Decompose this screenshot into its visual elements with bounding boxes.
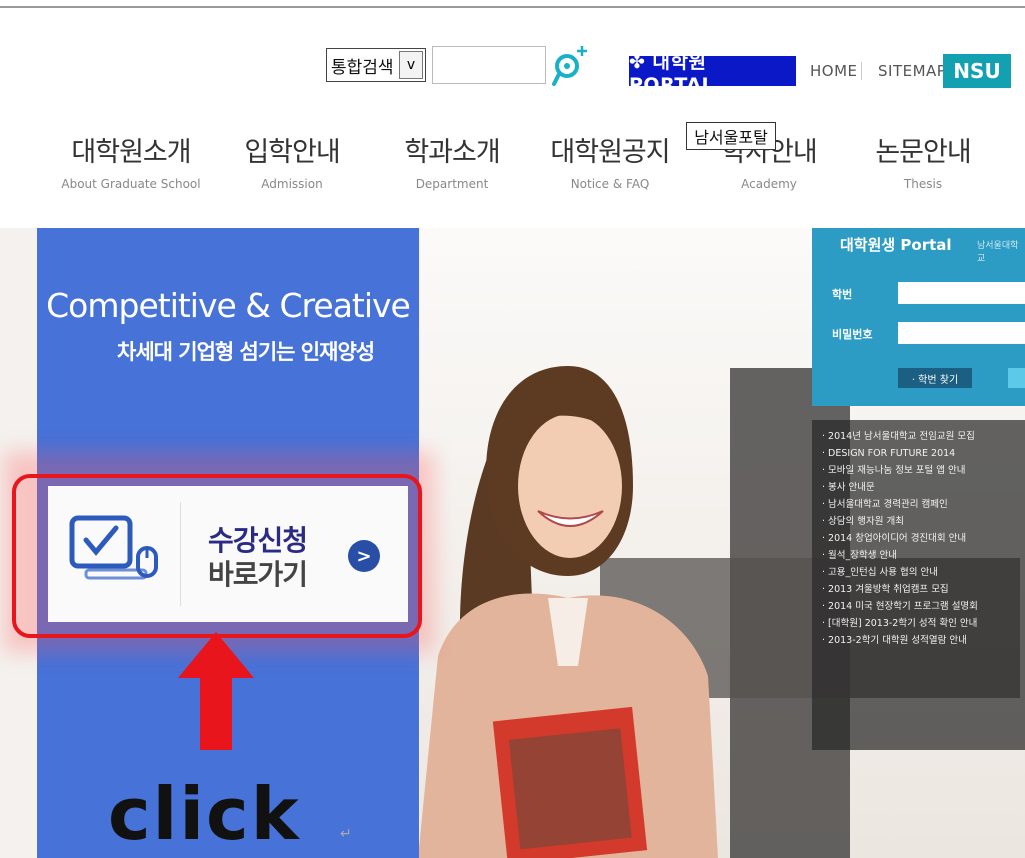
search-icon[interactable] [551,40,589,92]
menu-label: 대학원공지 [550,137,670,168]
search-scope-value: 통합검색 [331,57,394,78]
menu-department[interactable]: 학과소개 Department [367,130,537,191]
home-link[interactable]: HOME [810,62,858,80]
student-id-label: 학번 [832,288,853,301]
click-annotation: click [108,772,301,856]
news-item[interactable]: · DESIGN FOR FUTURE 2014 [812,445,1025,462]
news-item[interactable]: · 2014 창업아이디어 경진대회 안내 [812,530,1025,547]
hero-banner: Competitive & Creative 차세대 기업형 섬기는 인재양성 … [0,228,1025,858]
find-student-id-button[interactable]: · 학번 찾기 [898,368,972,388]
menu-label: 입학안내 [244,137,340,168]
news-list: · 2014년 남서울대학교 전임교원 모집 · DESIGN FOR FUTU… [812,428,1025,649]
menu-label: 논문안내 [875,137,971,168]
password-field[interactable] [898,322,1025,344]
login-button[interactable] [1008,368,1025,388]
news-item[interactable]: · 2014년 남서울대학교 전임교원 모집 [812,428,1025,445]
news-panel: · 2014년 남서울대학교 전임교원 모집 · DESIGN FOR FUTU… [812,420,1025,750]
portal-tooltip: 남서울포탈 [686,122,776,150]
menu-about[interactable]: 대학원소개 About Graduate School [46,130,216,191]
graduate-portal-button[interactable]: ✤ 대학원 PORTAL [629,51,796,96]
highlight-frame [12,474,422,638]
sitemap-link[interactable]: SITEMAP [878,62,946,80]
menu-label: 대학원소개 [71,137,191,168]
search-input[interactable] [432,46,546,84]
student-photo [418,366,718,858]
news-item[interactable]: · 2014 미국 현장학기 프로그램 설명회 [812,598,1025,615]
search-scope-select[interactable]: 통합검색 v [326,48,426,82]
news-item[interactable]: · 2013 겨울방학 취업캠프 모집 [812,581,1025,598]
menu-sublabel: Admission [261,177,323,191]
slogan-english: Competitive & Creative [46,286,411,325]
chevron-down-icon[interactable]: v [399,51,423,79]
news-item[interactable]: · 2013-2학기 대학원 성적열람 안내 [812,632,1025,649]
return-mark: ↵ [340,826,352,842]
arrow-up-icon [178,632,254,750]
news-item[interactable]: · 모바일 재능나눔 정보 포털 앱 안내 [812,462,1025,479]
menu-sublabel: Thesis [903,177,943,191]
slogan-korean: 차세대 기업형 섬기는 인재양성 [117,340,375,364]
top-divider [0,6,1025,8]
news-item[interactable]: · 상담의 행자원 개최 [812,513,1025,530]
menu-sublabel: Notice & FAQ [570,177,650,191]
menu-sublabel: About Graduate School [61,177,201,191]
menu-sublabel: Academy [741,177,797,191]
news-item[interactable]: · 고용_인턴십 사용 협의 안내 [812,564,1025,581]
portal-login-panel: 대학원생 Portal 남서울대학교 학번 비밀번호 · 학번 찾기 [812,228,1025,406]
student-id-field[interactable] [898,282,1025,304]
news-item[interactable]: · [대학원] 2013-2학기 성적 확인 안내 [812,615,1025,632]
nsu-home-button[interactable]: NSU [943,54,1011,88]
news-item[interactable]: · 남서울대학교 경력관리 캠페인 [812,496,1025,513]
menu-notice[interactable]: 대학원공지 Notice & FAQ [525,130,695,191]
menu-admission[interactable]: 입학안내 Admission [207,130,377,191]
utility-separator [861,62,862,80]
portal-subtitle: 남서울대학교 [977,241,1019,264]
menu-label: 학과소개 [404,137,500,168]
password-label: 비밀번호 [832,328,873,341]
news-item[interactable]: · 월석_장학생 안내 [812,547,1025,564]
news-item[interactable]: · 봉사 안내문 [812,479,1025,496]
menu-sublabel: Department [415,177,489,191]
menu-thesis[interactable]: 논문안내 Thesis [838,130,1008,191]
portal-title: 대학원생 Portal [840,236,952,254]
